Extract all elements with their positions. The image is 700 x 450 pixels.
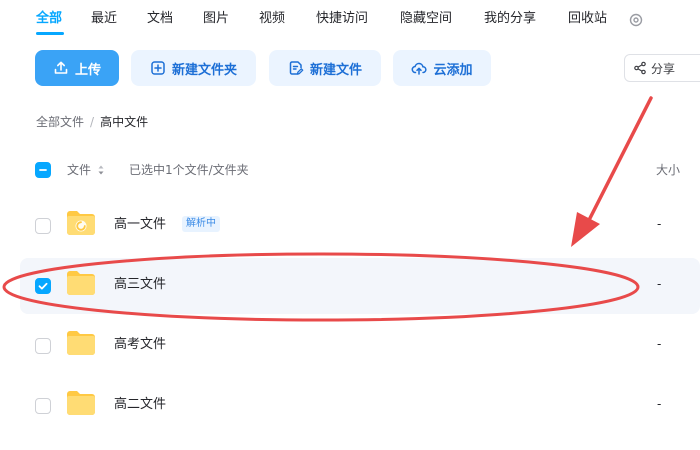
file-name[interactable]: 高三文件: [114, 277, 166, 293]
file-size: -: [657, 217, 662, 231]
file-size: -: [657, 397, 662, 411]
size-column-header[interactable]: 大小: [656, 163, 680, 177]
tab-documents[interactable]: 文档: [147, 10, 173, 28]
upload-button[interactable]: 上传: [35, 50, 119, 86]
file-name[interactable]: 高一文件: [114, 217, 166, 233]
tab-recent[interactable]: 最近: [91, 10, 117, 28]
new-file-label: 新建文件: [309, 62, 362, 78]
breadcrumb-separator: /: [90, 115, 95, 129]
breadcrumb-current: 高中文件: [100, 115, 149, 129]
file-name[interactable]: 高二文件: [114, 397, 166, 413]
folder-icon: [67, 271, 95, 295]
row-checkbox[interactable]: [35, 278, 51, 294]
file-row[interactable]: 高一文件 解析中 -: [20, 198, 700, 254]
row-checkbox[interactable]: [35, 398, 51, 414]
cloud-upload-icon: [412, 62, 428, 75]
tab-videos[interactable]: 视频: [259, 10, 285, 28]
row-checkbox[interactable]: [35, 338, 51, 354]
selection-status: 已选中1个文件/文件夹: [129, 163, 249, 177]
sort-icon[interactable]: [97, 164, 105, 176]
check-icon: [38, 282, 48, 290]
row-checkbox[interactable]: [35, 218, 51, 234]
cloud-add-button[interactable]: 云添加: [393, 50, 491, 86]
cloud-add-label: 云添加: [433, 62, 473, 78]
tab-hidden-space[interactable]: 隐藏空间: [400, 10, 452, 28]
file-size: -: [657, 337, 662, 351]
file-list-header: 文件 已选中1个文件/文件夹 大小: [0, 155, 700, 185]
breadcrumb-root[interactable]: 全部文件: [36, 115, 84, 129]
tab-images[interactable]: 图片: [203, 10, 229, 28]
file-row[interactable]: 高考文件 -: [20, 318, 700, 374]
folder-icon: [67, 391, 95, 415]
tab-quick-access[interactable]: 快捷访问: [316, 10, 368, 28]
file-size: -: [657, 277, 662, 291]
file-edit-icon: [289, 61, 304, 75]
category-tabs: 全部 最近 文档 图片 视频 快捷访问 隐藏空间 我的分享 回收站: [0, 0, 700, 40]
share-button[interactable]: 分享: [624, 54, 700, 82]
breadcrumb: 全部文件 / 高中文件: [36, 114, 148, 130]
upload-icon: [54, 61, 68, 74]
share-label: 分享: [651, 61, 676, 76]
gear-icon[interactable]: [628, 12, 644, 28]
tab-recycle-bin[interactable]: 回收站: [568, 10, 607, 28]
file-row-selected[interactable]: 高三文件 -: [20, 258, 700, 314]
new-file-button[interactable]: 新建文件: [269, 50, 381, 86]
folder-icon: [67, 211, 95, 235]
file-name[interactable]: 高考文件: [114, 337, 166, 353]
tab-all[interactable]: 全部: [36, 10, 62, 28]
select-all-checkbox[interactable]: [35, 162, 51, 178]
folder-icon: [67, 331, 95, 355]
name-column-header[interactable]: 文件: [67, 163, 91, 177]
upload-label: 上传: [74, 62, 101, 78]
minus-icon: [39, 169, 47, 171]
active-tab-indicator: [36, 32, 64, 35]
share-icon: [634, 61, 646, 75]
new-folder-button[interactable]: 新建文件夹: [131, 50, 256, 86]
folder-plus-icon: [151, 61, 165, 75]
tab-my-shares[interactable]: 我的分享: [484, 10, 536, 28]
file-row[interactable]: 高二文件 -: [20, 378, 700, 434]
new-folder-label: 新建文件夹: [171, 62, 237, 78]
status-badge: 解析中: [182, 216, 220, 232]
